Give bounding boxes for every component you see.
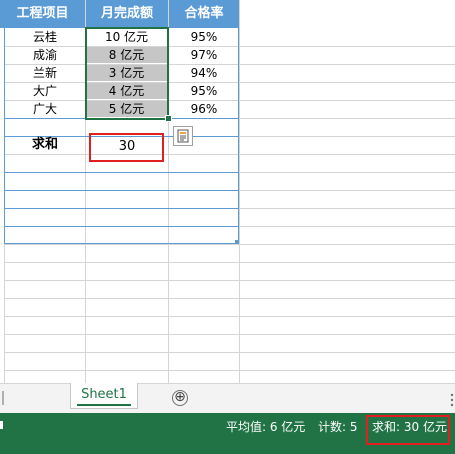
add-sheet-button[interactable]: ⊕ [172,390,188,406]
tab-sheet1-label: Sheet1 [81,387,127,402]
tab-scroll-left-icon[interactable] [0,391,10,405]
sum-highlight-box [89,133,164,162]
quick-analysis-icon [177,129,189,143]
spreadsheet-grid[interactable]: 工程项目 月完成额 合格率 云桂 10 亿元 95% 成渝 8 亿元 97% 兰… [0,0,455,383]
table-resize-handle[interactable] [235,240,239,244]
record-macro-icon[interactable] [0,421,6,429]
fill-handle[interactable] [165,115,172,122]
gridline [4,370,455,371]
project-cell[interactable]: 云桂 [5,28,85,46]
table-border [4,243,239,244]
table-border [4,208,239,209]
header-amount[interactable]: 月完成额 [86,0,168,28]
quick-analysis-button[interactable] [173,126,193,146]
gridline [4,262,455,263]
project-cell[interactable]: 大广 [5,82,85,100]
table-border [4,190,239,191]
gridline [4,280,455,281]
header-rate[interactable]: 合格率 [169,0,239,28]
status-count: 计数: 5 [318,420,358,434]
gridline [4,154,455,155]
gridline [239,0,240,383]
project-cell[interactable]: 成渝 [5,46,85,64]
project-cell[interactable]: 广大 [5,100,85,118]
header-project[interactable]: 工程项目 [0,0,85,28]
gridline [4,298,455,299]
gridline [4,316,455,317]
gridline [4,334,455,335]
gridline [4,244,455,245]
status-sum-highlight [366,415,450,445]
table-border [4,226,239,227]
rate-cell[interactable]: 95% [169,82,239,100]
sheet-tab-bar: Sheet1 ⊕ [0,383,455,414]
sum-label[interactable]: 求和 [5,136,85,154]
project-cell[interactable]: 兰新 [5,64,85,82]
status-average: 平均值: 6 亿元 [226,420,306,434]
cell-selection [85,27,169,120]
rate-cell[interactable]: 94% [169,64,239,82]
table-border [4,172,239,173]
more-options-icon[interactable] [449,392,455,408]
rate-cell[interactable]: 95% [169,28,239,46]
gridline [4,352,455,353]
active-tab-indicator [77,404,131,406]
rate-cell[interactable]: 97% [169,46,239,64]
status-bar: 平均值: 6 亿元 计数: 5 求和: 30 亿元 [0,413,455,454]
rate-cell[interactable]: 96% [169,100,239,118]
tab-sheet1[interactable]: Sheet1 [70,383,138,409]
